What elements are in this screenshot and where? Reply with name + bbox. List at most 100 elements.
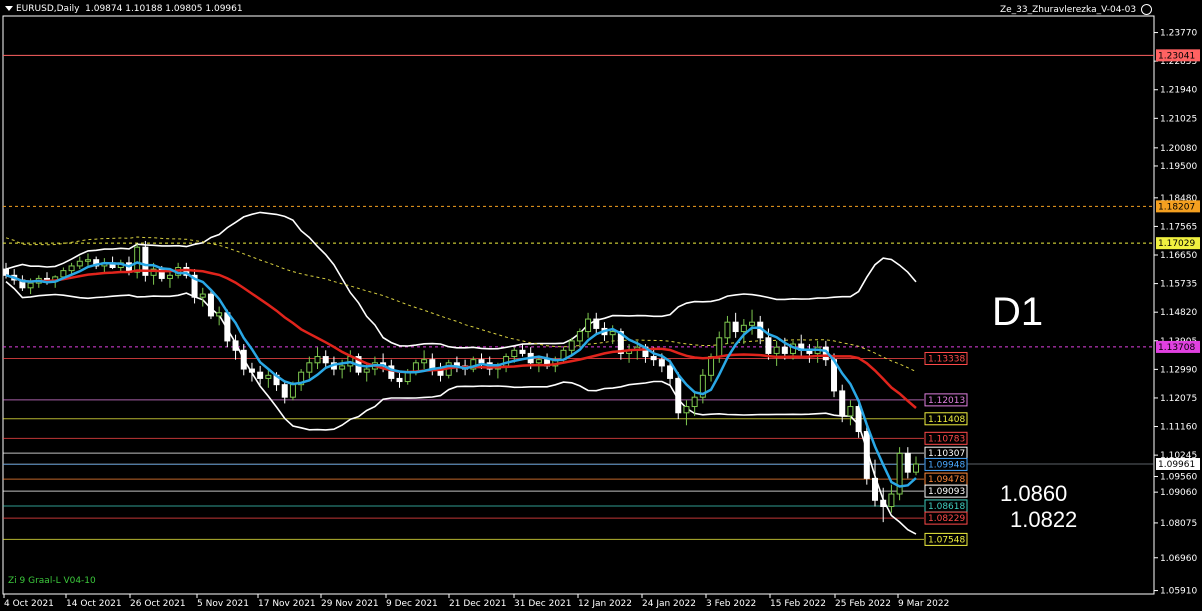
level-tag-label: 1.10783 [928, 434, 965, 444]
candle-body [691, 396, 698, 408]
y-tick-label: 1.15735 [1160, 280, 1197, 290]
candle-body [76, 260, 83, 267]
candle-body [511, 349, 518, 358]
x-tick-label: 26 Oct 2021 [130, 599, 186, 609]
candle-body [257, 371, 264, 379]
y-tick-label: 1.11160 [1160, 423, 1197, 433]
level-price-label: 1.18207 [1158, 202, 1195, 212]
chart-menu-icon[interactable] [5, 6, 13, 11]
y-tick-label: 1.09560 [1160, 473, 1197, 483]
candle-body [306, 362, 313, 373]
level-tag-label: 1.07548 [928, 535, 965, 545]
annotation-level-1: 1.0860 [1000, 481, 1068, 506]
level-tag-label: 1.08229 [928, 514, 965, 524]
candle-body [314, 356, 321, 364]
x-tick-label: 4 Oct 2021 [4, 599, 54, 609]
candle-body [396, 377, 403, 383]
bollinger-upper-band [5, 211, 917, 350]
candle-body [232, 340, 239, 351]
y-tick-label: 1.06960 [1160, 554, 1197, 564]
x-tick-label: 31 Dec 2021 [514, 599, 572, 609]
x-tick-label: 12 Jan 2022 [578, 599, 632, 609]
y-tick-label: 1.16650 [1160, 251, 1197, 261]
candle-body [888, 493, 895, 508]
x-tick-label: 9 Mar 2022 [898, 599, 949, 609]
candle-body [609, 331, 616, 336]
chart-window: 1.23770 1.22855 1.21940 1.21025 1.20080 1.195… [0, 0, 1202, 611]
candle-body [199, 293, 206, 298]
candle-body [478, 359, 485, 364]
candle-body [289, 384, 296, 398]
y-tick-label: 1.17565 [1160, 222, 1197, 232]
level-tag-label: 1.10307 [928, 449, 965, 459]
level-tag-label: 1.09093 [928, 487, 965, 497]
candle-body [339, 365, 346, 370]
symbol-header: EURUSD,Daily 1.09874 1.10188 1.09805 1.0… [5, 4, 243, 14]
level-tag-label: 1.13338 [928, 354, 965, 364]
candle-body [60, 270, 67, 278]
candle-body [740, 324, 747, 333]
candle-body [880, 499, 887, 508]
x-tick-label: 17 Nov 2021 [258, 599, 316, 609]
candle-body [248, 368, 255, 373]
y-tick-label: 1.09060 [1160, 488, 1197, 498]
level-price-label: 1.23041 [1158, 51, 1195, 61]
indicator-footer-label: Zi 9 Graal-L V04-10 [8, 576, 96, 586]
level-tag-label: 1.09478 [928, 475, 965, 485]
candle-body [896, 452, 903, 495]
y-tick-label: 1.21940 [1160, 86, 1197, 96]
candle-body [781, 346, 788, 354]
candle-body [519, 349, 526, 354]
candle-body [708, 356, 715, 376]
level-tag-label: 1.09948 [928, 460, 965, 470]
candle-body [216, 312, 223, 317]
candle-body [839, 390, 846, 417]
x-tick-label: 25 Feb 2022 [835, 599, 891, 609]
candle-body [3, 268, 9, 276]
y-tick-label: 1.19500 [1160, 162, 1197, 172]
y-tick-label: 1.14820 [1160, 308, 1197, 318]
symbol-label: EURUSD,Daily [16, 4, 80, 14]
y-tick-label: 1.08075 [1160, 519, 1197, 529]
y-tick-label: 1.20080 [1160, 144, 1197, 154]
indicator-settings-icon[interactable] [1141, 4, 1152, 15]
bollinger-lower-band [5, 280, 917, 535]
candle-body [568, 340, 575, 351]
candle-body [650, 356, 657, 361]
candle-body [84, 259, 91, 262]
candle-body [716, 337, 723, 358]
plot-frame [2, 15, 1155, 595]
y-tick-label: 1.12075 [1160, 394, 1197, 404]
candle-body [913, 463, 919, 473]
candle-body [240, 349, 247, 370]
y-tick-label: 1.23770 [1160, 29, 1197, 39]
indicator-header: Ze_33_Zhuravlerezka_V-04-03 [1000, 4, 1152, 15]
candle-body [585, 318, 592, 333]
candle-body [847, 406, 854, 417]
candle-body [166, 274, 173, 279]
candle-body [404, 371, 411, 383]
ohlc-values: 1.09874 1.10188 1.09805 1.09961 [85, 4, 243, 14]
candle-body [363, 368, 370, 373]
candle-body [27, 282, 34, 289]
x-tick-label: 15 Feb 2022 [770, 599, 826, 609]
candle-body [724, 321, 731, 339]
candle-body [732, 321, 739, 333]
level-tag-label: 1.08618 [928, 502, 965, 512]
candle-body [855, 406, 862, 433]
y-tick-label: 1.21025 [1160, 114, 1197, 124]
candle-body [863, 431, 870, 479]
candle-body [872, 477, 879, 501]
x-tick-label: 24 Jan 2022 [642, 599, 696, 609]
candle-body [675, 377, 682, 414]
annotation-level-2: 1.0822 [1010, 507, 1078, 532]
candle-body [576, 331, 583, 342]
candle-body [667, 365, 674, 379]
x-tick-label: 3 Feb 2022 [706, 599, 756, 609]
candle-body [322, 356, 329, 364]
candle-body [904, 452, 911, 473]
x-tick-label: 29 Nov 2021 [321, 599, 379, 609]
candle-body [658, 359, 665, 367]
level-tag-label: 1.11408 [928, 415, 965, 425]
x-tick-label: 14 Oct 2021 [66, 599, 122, 609]
